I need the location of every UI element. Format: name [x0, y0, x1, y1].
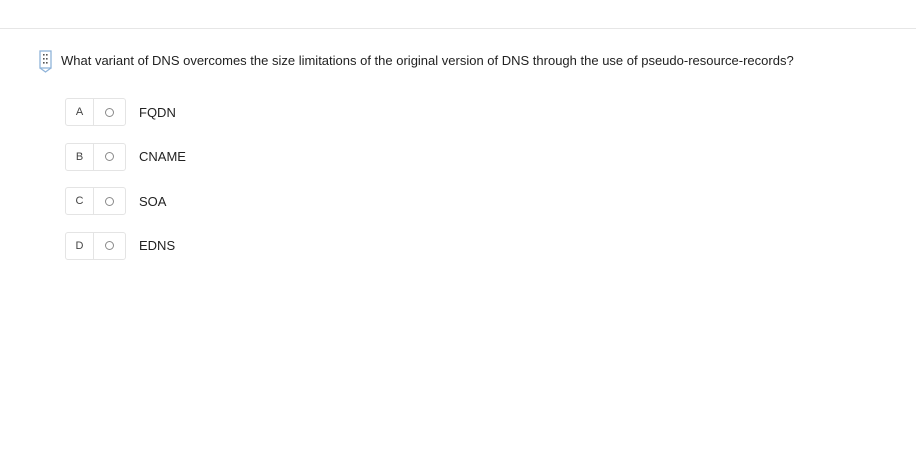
radio-button[interactable] — [94, 99, 125, 125]
radio-circle-icon — [105, 107, 114, 117]
option-selector[interactable]: D — [65, 231, 126, 260]
option-label[interactable]: FQDN — [139, 105, 176, 120]
header-divider — [0, 28, 916, 29]
option-selector[interactable]: B — [65, 142, 126, 171]
radio-button[interactable] — [94, 188, 125, 214]
option-letter: B — [66, 143, 94, 170]
question-row: What variant of DNS overcomes the size l… — [38, 48, 794, 74]
radio-circle-icon — [105, 241, 114, 250]
answer-options: A FQDN B CNAME C SOA D EDNS — [65, 98, 186, 276]
radio-circle-icon — [105, 152, 114, 161]
option-label[interactable]: CNAME — [139, 149, 186, 164]
radio-button[interactable] — [94, 233, 125, 259]
option-selector[interactable]: A — [65, 98, 126, 126]
option-b[interactable]: B CNAME — [65, 142, 186, 171]
option-c[interactable]: C SOA — [65, 187, 186, 215]
option-selector[interactable]: C — [65, 187, 126, 215]
option-label[interactable]: SOA — [139, 194, 166, 209]
radio-button[interactable] — [94, 144, 125, 170]
option-letter: A — [66, 99, 94, 125]
option-label[interactable]: EDNS — [139, 238, 175, 253]
option-letter: D — [66, 232, 94, 259]
option-a[interactable]: A FQDN — [65, 98, 186, 126]
radio-circle-icon — [105, 196, 114, 206]
option-d[interactable]: D EDNS — [65, 231, 186, 260]
option-letter: C — [66, 188, 94, 214]
question-text: What variant of DNS overcomes the size l… — [61, 53, 794, 68]
bookmark-flag-icon[interactable] — [38, 48, 54, 74]
